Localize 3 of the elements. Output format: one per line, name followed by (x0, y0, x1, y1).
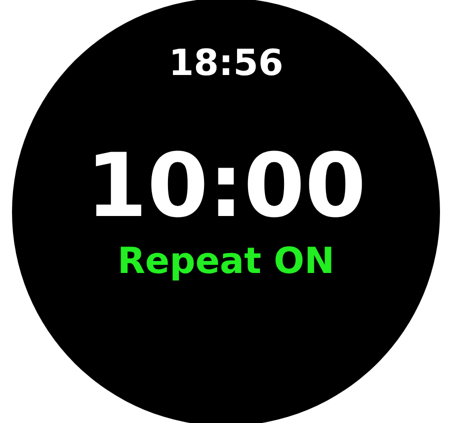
repeat-status: Repeat ON (117, 244, 335, 280)
timer-value: 10:00 (86, 142, 366, 230)
current-time: 18:56 (168, 46, 284, 82)
